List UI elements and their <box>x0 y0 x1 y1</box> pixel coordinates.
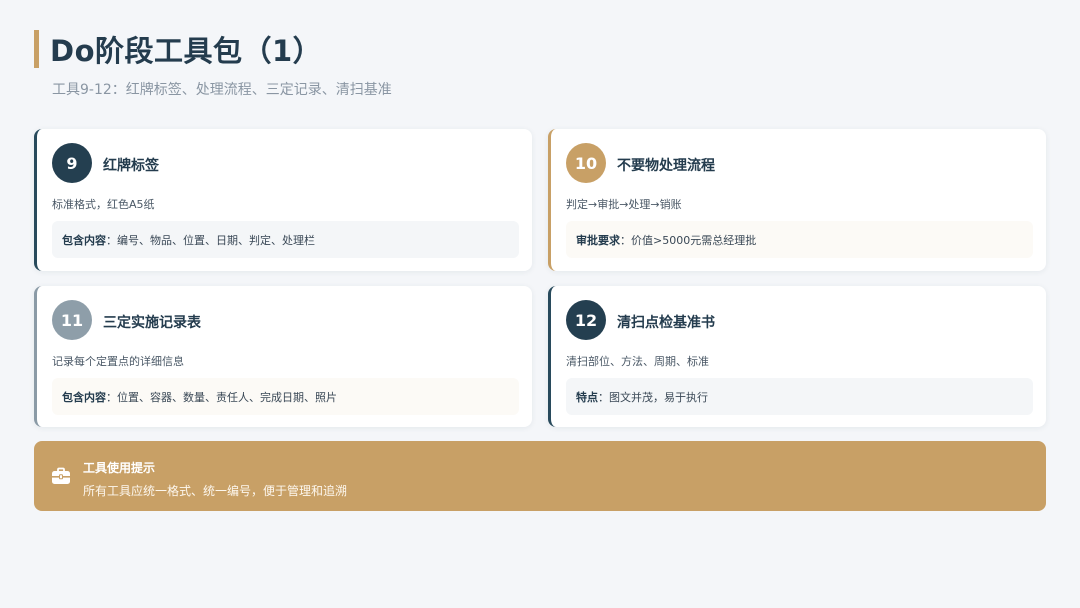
note-text: ：价值>5000元需总经理批 <box>620 233 757 247</box>
note-text: ：编号、物品、位置、日期、判定、处理栏 <box>106 233 315 247</box>
tool-title: 清扫点检基准书 <box>617 315 715 331</box>
tool-note: 特点 ：图文并茂，易于执行 <box>566 378 1033 415</box>
tip-title: 工具使用提示 <box>83 461 156 475</box>
tool-number-badge: 10 <box>566 143 606 183</box>
page-subtitle: 工具9-12：红牌标签、处理流程、三定记录、清扫基准 <box>52 82 392 98</box>
tip-text: 所有工具应统一格式、统一编号，便于管理和追溯 <box>83 484 348 498</box>
tool-title: 不要物处理流程 <box>617 158 715 174</box>
tool-card-10: 10 不要物处理流程 判定→审批→处理→销账 审批要求 ：价值>5000元需总经理… <box>548 129 1046 271</box>
tool-card-12: 12 清扫点检基准书 清扫部位、方法、周期、标准 特点 ：图文并茂，易于执行 <box>548 286 1046 427</box>
tool-description: 记录每个定置点的详细信息 <box>52 355 184 368</box>
tool-card-11: 11 三定实施记录表 记录每个定置点的详细信息 包含内容 ：位置、容器、数量、责任… <box>34 286 532 427</box>
tool-note: 包含内容 ：位置、容器、数量、责任人、完成日期、照片 <box>52 378 519 415</box>
note-label: 审批要求 <box>576 233 620 247</box>
tool-card-9: 9 红牌标签 标准格式，红色A5纸 包含内容 ：编号、物品、位置、日期、判定、处理… <box>34 129 532 271</box>
tool-title: 三定实施记录表 <box>103 315 201 331</box>
tool-title: 红牌标签 <box>103 158 159 174</box>
usage-tip-banner: 工具使用提示 所有工具应统一格式、统一编号，便于管理和追溯 <box>34 441 1046 511</box>
tool-note: 包含内容 ：编号、物品、位置、日期、判定、处理栏 <box>52 221 519 258</box>
title-bar: Do阶段工具包（1） <box>34 30 322 68</box>
tool-description: 标准格式，红色A5纸 <box>52 198 155 211</box>
note-text: ：图文并茂，易于执行 <box>598 390 708 404</box>
tool-description: 清扫部位、方法、周期、标准 <box>566 355 709 368</box>
tool-number-badge: 9 <box>52 143 92 183</box>
tool-description: 判定→审批→处理→销账 <box>566 198 682 211</box>
note-text: ：位置、容器、数量、责任人、完成日期、照片 <box>106 390 337 404</box>
tool-number-badge: 11 <box>52 300 92 340</box>
note-label: 特点 <box>576 390 598 404</box>
page-title: Do阶段工具包（1） <box>50 34 323 68</box>
note-label: 包含内容 <box>62 390 106 404</box>
note-label: 包含内容 <box>62 233 106 247</box>
toolbox-icon <box>52 467 70 484</box>
tool-note: 审批要求 ：价值>5000元需总经理批 <box>566 221 1033 258</box>
tool-number-badge: 12 <box>566 300 606 340</box>
